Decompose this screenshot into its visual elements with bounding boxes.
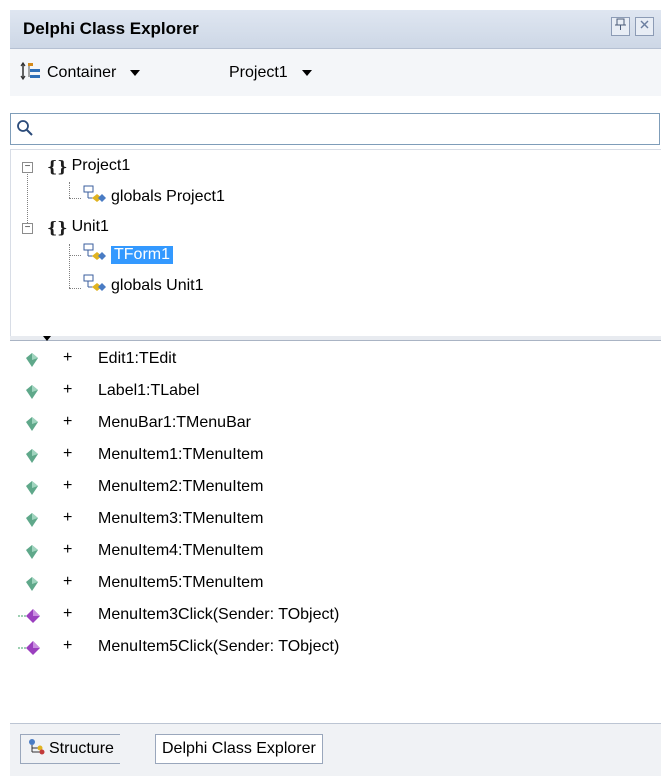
public-visibility: + xyxy=(63,573,73,590)
project-dropdown[interactable]: Project1 xyxy=(229,62,312,84)
tree-connector xyxy=(69,255,81,256)
list-item[interactable]: + MenuBar1:TMenuBar xyxy=(10,411,650,437)
pin-icon[interactable] xyxy=(611,17,630,36)
close-icon[interactable] xyxy=(635,17,654,36)
namespace-icon: {} xyxy=(47,156,68,176)
panel-title: Delphi Class Explorer xyxy=(23,19,199,38)
view-mode-dropdown[interactable]: Container xyxy=(20,61,141,86)
tree-node-unit1[interactable]: {} Unit1 xyxy=(47,216,109,238)
member-label: MenuItem5:TMenuItem xyxy=(98,574,264,591)
namespace-tree[interactable]: − {} Project1 globals Project1 − {} Unit… xyxy=(10,149,661,337)
title-bar: Delphi Class Explorer xyxy=(10,10,661,49)
collapse-toggle[interactable]: − xyxy=(22,223,33,234)
list-item[interactable]: + MenuItem3:TMenuItem xyxy=(10,507,650,533)
panel-tab-bar: Structure Delphi Class Explorer xyxy=(10,724,661,776)
member-label: MenuItem3Click(Sender: TObject) xyxy=(98,606,340,623)
public-visibility: + xyxy=(63,381,73,398)
tree-node-label: globals Unit1 xyxy=(111,277,204,294)
namespace-icon: {} xyxy=(47,217,68,237)
field-icon xyxy=(24,448,40,469)
view-mode-label: Container xyxy=(47,64,117,81)
public-visibility: + xyxy=(63,541,73,558)
list-item[interactable]: + Edit1:TEdit xyxy=(10,347,650,373)
member-label: Edit1:TEdit xyxy=(98,350,177,367)
tab-label: Structure xyxy=(49,740,114,757)
field-icon xyxy=(24,384,40,405)
search-icon xyxy=(16,119,34,142)
public-visibility: + xyxy=(63,477,73,494)
public-visibility: + xyxy=(63,637,73,654)
tree-node-project1[interactable]: {} Project1 xyxy=(47,155,130,177)
members-list[interactable]: + Edit1:TEdit + Label1:TLabel + MenuBar1… xyxy=(10,341,661,724)
tree-connector xyxy=(69,244,70,288)
list-item[interactable]: + MenuItem1:TMenuItem xyxy=(10,443,650,469)
tree-connector xyxy=(27,167,28,229)
member-label: Label1:TLabel xyxy=(98,382,200,399)
list-item[interactable]: + MenuItem3Click(Sender: TObject) xyxy=(10,603,650,629)
public-visibility: + xyxy=(63,605,73,622)
tab-label: Delphi Class Explorer xyxy=(162,740,316,757)
public-visibility: + xyxy=(63,349,73,366)
tree-node-label: globals Project1 xyxy=(111,188,225,205)
field-icon xyxy=(24,544,40,565)
field-icon xyxy=(24,352,40,373)
project-label: Project1 xyxy=(229,64,288,81)
member-label: MenuBar1:TMenuBar xyxy=(98,414,251,431)
tree-node-label-selected: TForm1 xyxy=(111,246,173,264)
tree-node-label: Unit1 xyxy=(71,218,109,235)
class-icon xyxy=(83,274,107,299)
search-field[interactable] xyxy=(10,113,660,145)
tree-connector xyxy=(69,182,70,198)
tree-node-tform1[interactable]: TForm1 xyxy=(83,243,173,268)
tab-delphi-class-explorer[interactable]: Delphi Class Explorer xyxy=(155,734,323,764)
hierarchy-icon xyxy=(20,61,42,86)
collapse-toggle[interactable]: − xyxy=(22,162,33,173)
chevron-down-icon xyxy=(301,70,312,76)
class-icon xyxy=(83,185,107,210)
chevron-down-icon xyxy=(130,70,141,76)
tree-node-globals-unit1[interactable]: globals Unit1 xyxy=(83,274,204,299)
member-label: MenuItem1:TMenuItem xyxy=(98,446,264,463)
member-label: MenuItem4:TMenuItem xyxy=(98,542,264,559)
field-icon xyxy=(24,512,40,533)
search-input[interactable] xyxy=(39,117,643,139)
member-label: MenuItem3:TMenuItem xyxy=(98,510,264,527)
tree-connector xyxy=(69,288,81,289)
public-visibility: + xyxy=(63,413,73,430)
tab-structure[interactable]: Structure xyxy=(20,734,120,764)
list-item[interactable]: + MenuItem5Click(Sender: TObject) xyxy=(10,635,650,661)
method-icon xyxy=(18,640,42,661)
public-visibility: + xyxy=(63,445,73,462)
list-item[interactable]: + MenuItem4:TMenuItem xyxy=(10,539,650,565)
field-icon xyxy=(24,576,40,597)
list-item[interactable]: + MenuItem2:TMenuItem xyxy=(10,475,650,501)
tree-connector xyxy=(69,198,81,199)
member-label: MenuItem2:TMenuItem xyxy=(98,478,264,495)
class-icon xyxy=(83,243,107,268)
tree-node-label: Project1 xyxy=(71,157,131,174)
method-icon xyxy=(18,608,42,629)
public-visibility: + xyxy=(63,509,73,526)
list-item[interactable]: + Label1:TLabel xyxy=(10,379,650,405)
toolbar: Container Project1 xyxy=(10,49,661,96)
list-item[interactable]: + MenuItem5:TMenuItem xyxy=(10,571,650,597)
structure-icon xyxy=(27,738,45,761)
member-label: MenuItem5Click(Sender: TObject) xyxy=(98,638,340,655)
field-icon xyxy=(24,480,40,501)
tree-node-globals-project1[interactable]: globals Project1 xyxy=(83,185,225,210)
field-icon xyxy=(24,416,40,437)
